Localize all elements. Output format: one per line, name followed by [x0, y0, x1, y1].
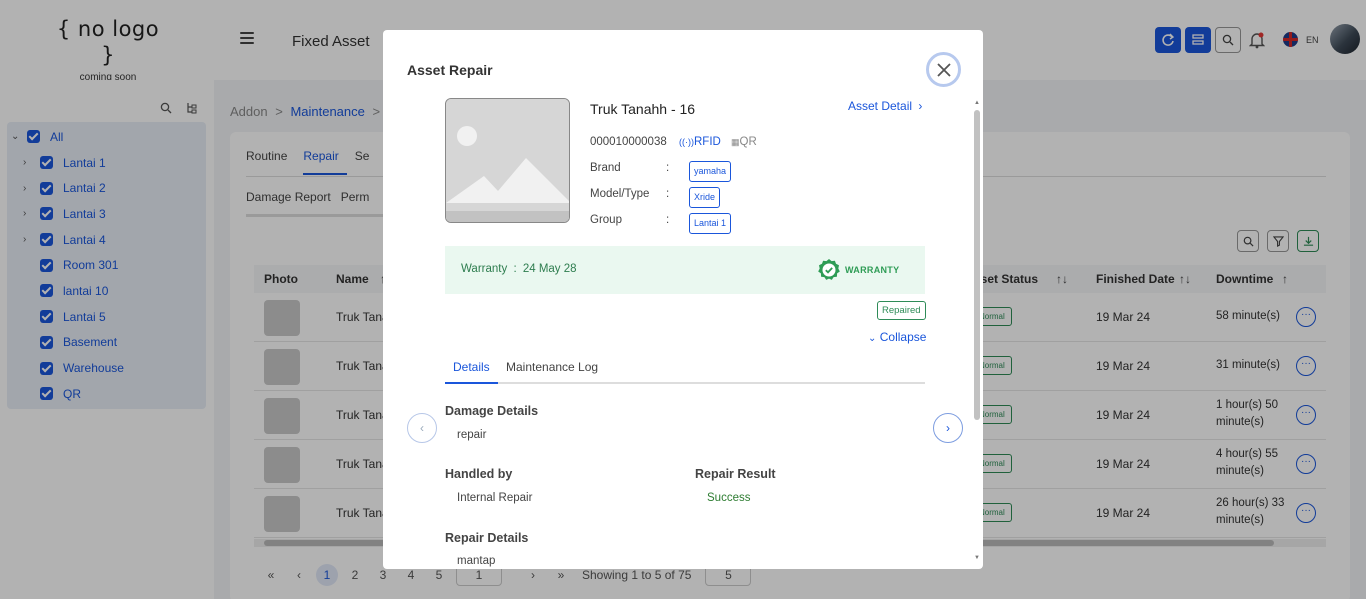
close-button[interactable] [926, 52, 961, 87]
asset-detail-link[interactable]: Asset Detail › [848, 99, 922, 113]
damage-details-value: repair [457, 429, 487, 441]
rfid-label: RFID [694, 136, 721, 148]
modal-title: Asset Repair [407, 62, 493, 78]
spec-colon: : [666, 162, 670, 174]
repair-result-label: Repair Result [695, 467, 776, 481]
warranty-banner: Warranty : 24 May 28 WARRANTY [445, 246, 925, 294]
status-badge: Repaired [877, 301, 926, 320]
chevron-right-icon: › [946, 421, 950, 435]
qr-indicator: ▦QR [731, 136, 757, 148]
asset-photo-placeholder [445, 98, 570, 223]
asset-name: Truk Tanahh - 16 [590, 101, 696, 117]
warranty-label: Warranty [461, 263, 508, 275]
collapse-label: Collapse [879, 330, 927, 344]
brand-chip: yamaha [689, 161, 732, 182]
asset-code: 000010000038 [590, 136, 667, 148]
warranty-badge-label: WARRANTY [845, 265, 900, 275]
spec-label-model: Model/Type [590, 188, 650, 200]
qr-icon: ▦ [731, 137, 740, 147]
spec-colon: : [666, 214, 670, 226]
asset-detail-label: Asset Detail [848, 99, 913, 113]
detail-tabs: Details Maintenance Log [445, 360, 925, 384]
warranty-badge: WARRANTY [817, 258, 899, 282]
repair-result-value: Success [707, 492, 751, 504]
rfid-indicator: ((·))RFID [679, 136, 721, 148]
scrollbar-thumb[interactable] [974, 110, 980, 420]
group-chip: Lantai 1 [689, 213, 732, 234]
chevron-down-icon: ⌄ [868, 333, 877, 344]
spec-label-group: Group [590, 214, 622, 226]
handled-by-label: Handled by [445, 467, 513, 481]
repair-details-label: Repair Details [445, 531, 529, 545]
close-icon [936, 62, 951, 77]
modal-scrollbar[interactable]: ▲ ▼ [973, 100, 981, 565]
repair-details-value: mantap [457, 555, 496, 567]
asset-repair-modal: Asset Repair ▲ ▼ Truk Tanahh - 16 Asset … [383, 30, 983, 569]
tab-details[interactable]: Details [445, 360, 498, 384]
warranty-check-icon [818, 259, 840, 280]
scroll-up-icon[interactable]: ▲ [974, 100, 980, 106]
scroll-down-icon[interactable]: ▼ [974, 555, 980, 561]
damage-details-label: Damage Details [445, 404, 539, 418]
model-chip: Xride [689, 187, 721, 208]
image-placeholder-icon [446, 99, 569, 222]
chevron-right-icon: › [918, 99, 923, 113]
tab-maintenance-log[interactable]: Maintenance Log [498, 360, 606, 384]
warranty-date: 24 May 28 [522, 263, 577, 275]
spec-label-brand: Brand [590, 162, 621, 174]
spec-colon: : [666, 188, 670, 200]
qr-label: QR [739, 136, 757, 148]
chevron-left-icon: ‹ [420, 421, 424, 435]
warranty-text: Warranty : 24 May 28 [461, 263, 577, 275]
warranty-colon: : [513, 263, 517, 275]
next-record-button[interactable]: › [933, 413, 963, 443]
rfid-icon: ((·)) [679, 137, 694, 147]
collapse-toggle[interactable]: ⌄ Collapse [868, 330, 926, 344]
prev-record-button[interactable]: ‹ [407, 413, 437, 443]
handled-by-value: Internal Repair [457, 492, 533, 504]
